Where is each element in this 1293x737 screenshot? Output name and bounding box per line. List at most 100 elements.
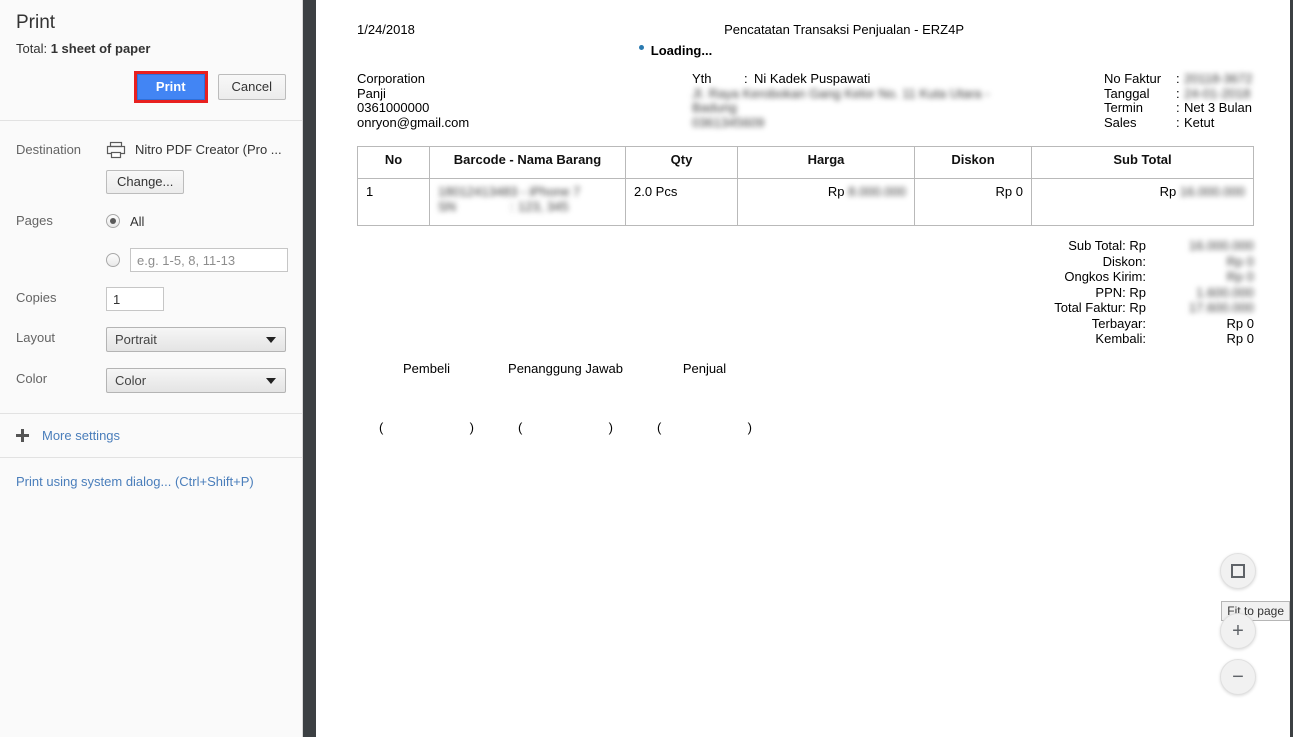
page-title: Print [16,12,56,33]
totals-value: Rp 0 [1226,315,1254,331]
invoice-meta-block: No Faktur : 20118-3672 Tanggal : 24-01-2… [1104,71,1254,130]
invoice-meta-separator: : [1176,85,1180,101]
total-value: 1 sheet of paper [50,41,151,56]
item-serial-row: SN : 123, 345 [438,199,617,214]
pages-all-option[interactable]: All [106,210,288,232]
signature-paren-open: ( [518,419,523,435]
cell-harga: Rp 8.000.000 [737,178,915,226]
column-header-qty: Qty [625,146,738,179]
recipient-separator: : [744,71,748,86]
totals-row: Diskon: Rp 0 [316,254,1254,270]
layout-label: Layout [16,330,56,345]
copies-label: Copies [16,290,57,305]
invoice-meta-label: Termin [1104,100,1144,115]
document-header: Corporation Panji 0361000000 onryon@gmai… [316,58,1290,130]
totals-value: 1.600.000 [1196,284,1254,300]
signature-paren-open: ( [657,419,662,435]
totals-label: Terbayar: [1091,315,1146,331]
totals-label: Diskon: [1102,253,1146,269]
minus-icon: − [1232,666,1244,688]
system-dialog-row: Print using system dialog... (Ctrl+Shift… [0,458,302,505]
company-name: Corporation [357,71,425,86]
layout-select[interactable]: Portrait [106,327,286,352]
signature-title: Penanggung Jawab [508,360,623,376]
column-header-subtotal: Sub Total [1031,146,1254,179]
document-title: Pencatatan Transaksi Penjualan - ERZ4P [724,22,964,37]
print-system-dialog-link[interactable]: Print using system dialog... (Ctrl+Shift… [16,474,254,489]
line-items-table: No Barcode - Nama Barang Qty Harga Disko… [357,146,1254,226]
signature-title: Penjual [682,360,727,376]
invoice-meta-label: Tanggal [1104,85,1150,101]
invoice-meta-value: Net 3 Bulan [1184,100,1252,115]
pages-custom-option[interactable] [106,248,288,272]
printer-icon-svg [106,141,126,159]
total-label: Total: [16,41,48,56]
color-select[interactable]: Color [106,368,286,393]
loading-indicator: Loading... [316,43,1035,58]
destination-value: Nitro PDF Creator (Pro ... [106,139,286,161]
table-header-row: No Barcode - Nama Barang Qty Harga Disko… [357,146,1254,179]
zoom-in-button[interactable]: + [1220,613,1256,649]
pages-all-label: All [130,213,145,229]
invoice-meta-label: No Faktur [1104,71,1162,86]
printer-icon [106,141,126,159]
cell-qty: 2.0 Pcs [625,178,738,226]
harga-amount: 8.000.000 [848,184,906,199]
print-preview-window: Print Total: 1 sheet of paper Print Canc… [0,0,1293,737]
pages-all-radio[interactable] [106,214,120,228]
invoice-meta-value: 20118-3672 [1184,71,1253,86]
invoice-meta-separator: : [1176,100,1180,115]
recipient-label: Yth [692,71,712,86]
column-header-harga: Harga [737,146,915,179]
copies-input[interactable] [106,287,164,311]
loading-dot-icon [638,45,644,50]
invoice-document: 1/24/2018 Pencatatan Transaksi Penjualan… [316,0,1290,737]
change-destination-button[interactable]: Change... [106,170,185,194]
fit-to-page-button[interactable] [1220,553,1256,589]
cell-subtotal: Rp 16.000.000 [1031,178,1254,226]
invoice-meta-separator: : [1176,71,1180,86]
pages-row: Pages All [16,194,288,272]
signature-paren-close: ) [608,419,613,435]
table-row: 1 18012413483 - iPhone 7 SN : 123, 345 2… [357,178,1254,226]
destination-printer-name: Nitro PDF Creator (Pro ... [135,142,282,157]
item-sn-value: 123, 345 [518,199,569,214]
totals-label: Kembali: [1095,331,1146,346]
document-date: 1/24/2018 [357,22,415,37]
print-button-highlight: Print [133,71,208,103]
company-email: onryon@gmail.com [357,114,470,130]
totals-label: Total Faktur: Rp [1054,300,1146,315]
column-header-barcode-name: Barcode - Nama Barang [429,146,626,179]
chevron-down-icon [266,377,276,384]
layout-row: Layout Portrait [16,311,286,352]
pages-range-input[interactable] [130,248,288,272]
pages-custom-radio[interactable] [106,253,120,267]
signature-paren-cell: ( ) [496,420,635,435]
print-header: Print Total: 1 sheet of paper Print Canc… [0,0,302,120]
cell-no: 1 [357,178,430,226]
recipient-address-line1: Jl. Raya Kerobokan Gang Kelor No. 11 Kut… [692,85,990,101]
invoice-meta-row: No Faktur : 20118-3672 [1104,71,1254,87]
signature-paren-close: ) [469,419,474,435]
cancel-button[interactable]: Cancel [217,74,286,100]
totals-row: Total Faktur: Rp 17.600.000 [316,300,1254,316]
more-settings-label: More settings [42,428,121,443]
print-settings-sidebar: Print Total: 1 sheet of paper Print Canc… [0,0,303,737]
plus-icon: + [1232,620,1244,642]
signature-paren-open: ( [379,419,384,435]
preview-gutter [303,0,316,737]
zoom-out-button[interactable]: − [1220,659,1256,695]
destination-row: Destination Nitro PDF Creator (Pro ... C [16,121,286,194]
signature-titles-row: Pembeli Penanggung Jawab Penjual [357,361,1290,376]
totals-label: Ongkos Kirim: [1064,269,1146,284]
more-settings-toggle[interactable]: More settings [0,413,302,458]
totals-value: 16.000.000 [1188,238,1254,253]
totals-value: Rp 0 [1226,331,1254,346]
print-button[interactable]: Print [136,74,205,100]
invoice-meta-row: Tanggal : 24-01-2018 [1104,85,1254,102]
recipient-name: Ni Kadek Puspawati [754,71,871,86]
company-block: Corporation Panji 0361000000 onryon@gmai… [357,71,692,130]
subtotal-amount: 16.000.000 [1179,184,1245,199]
totals-block: Sub Total: Rp 16.000.000 Diskon: Rp 0 On… [316,238,1254,347]
item-barcode-name: 18012413483 - iPhone 7 [438,184,581,199]
